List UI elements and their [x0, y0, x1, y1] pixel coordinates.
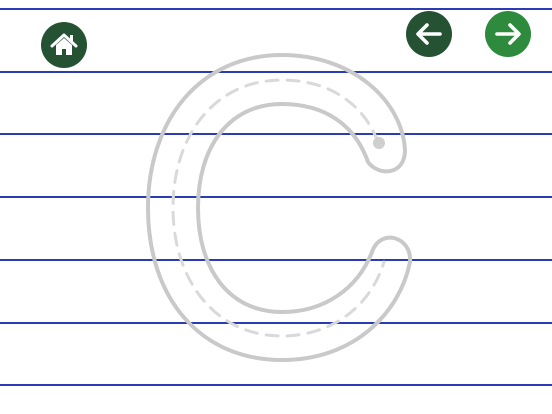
home-icon — [41, 22, 87, 68]
home-button[interactable] — [41, 22, 87, 68]
arrow-left-icon — [406, 11, 452, 57]
stroke-start-dot — [373, 137, 385, 149]
next-button[interactable] — [485, 11, 531, 57]
arrow-right-icon — [485, 11, 531, 57]
letter-stroke-guide — [171, 78, 386, 338]
previous-button[interactable] — [406, 11, 452, 57]
letter-outline-outer — [146, 53, 413, 362]
tracing-worksheet[interactable] — [0, 0, 552, 414]
